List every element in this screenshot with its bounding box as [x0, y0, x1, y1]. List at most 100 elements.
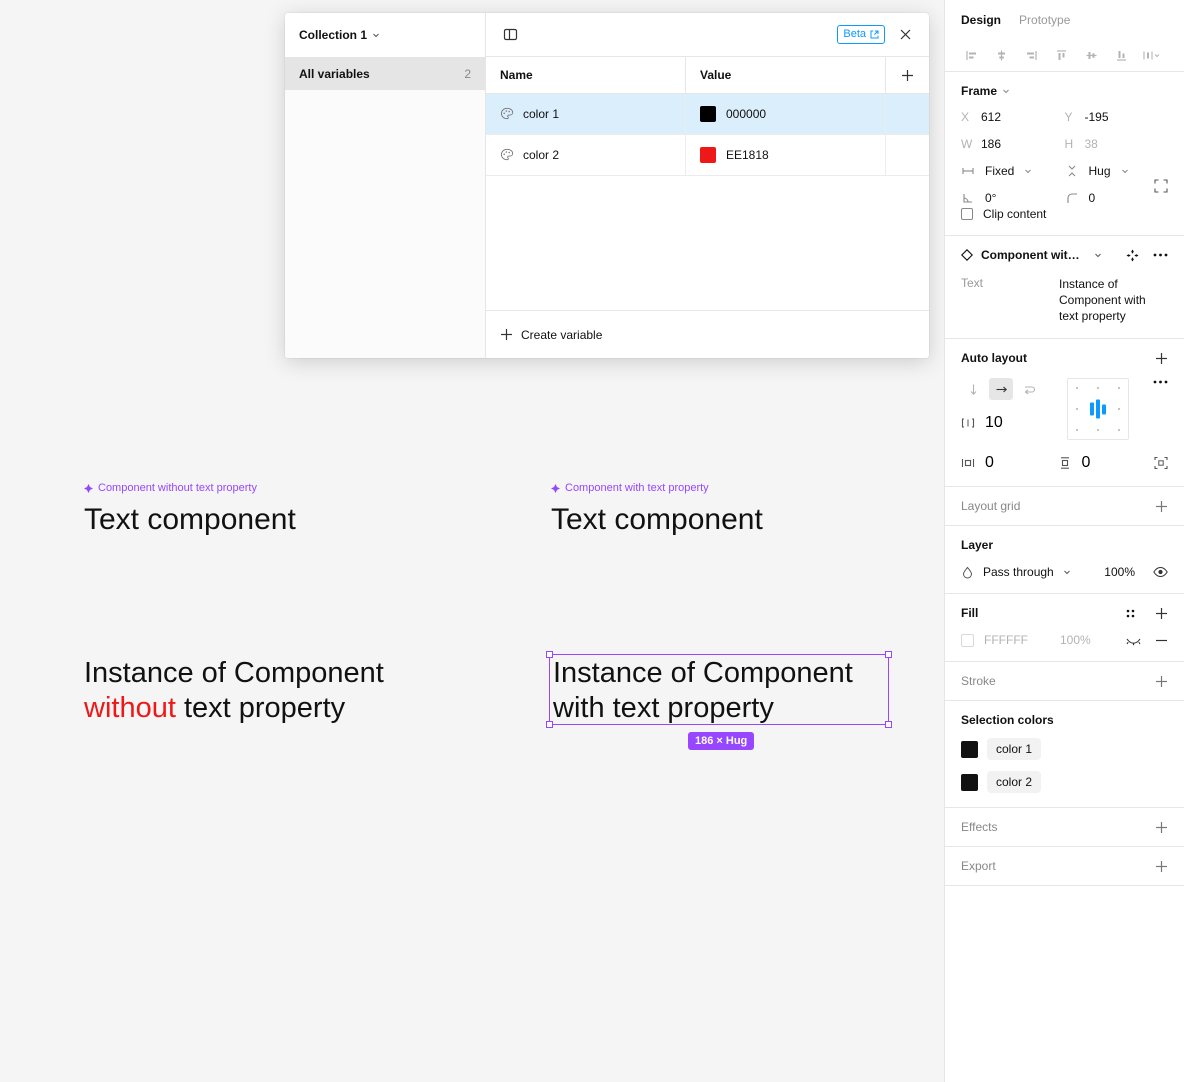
horizontal-padding-value: 0	[985, 454, 994, 471]
component-instance-diamond-icon	[961, 249, 973, 261]
chevron-down-icon[interactable]	[1094, 251, 1102, 259]
panel-toggle-icon[interactable]	[498, 23, 522, 47]
tab-design[interactable]: Design	[961, 13, 1001, 27]
align-dot[interactable]	[1118, 429, 1120, 431]
fill-visibility-hidden-icon[interactable]	[1126, 635, 1141, 646]
align-dot[interactable]	[1097, 387, 1099, 389]
auto-layout-gap-field[interactable]: 10	[961, 414, 1057, 432]
chevron-down-icon	[1121, 167, 1129, 175]
variable-value-cell[interactable]: 000000	[686, 94, 886, 134]
layer-visibility-toggle[interactable]	[1144, 566, 1168, 578]
align-horizontal-center-icon[interactable]	[987, 43, 1015, 69]
align-right-icon[interactable]	[1017, 43, 1045, 69]
horizontal-resizing-dropdown[interactable]: Fixed	[961, 164, 1065, 178]
align-dot[interactable]	[1118, 387, 1120, 389]
component-section: Component with t... Text Instance of Com…	[945, 236, 1184, 339]
selection-color-swatch[interactable]	[961, 740, 978, 758]
add-effect-icon[interactable]	[1155, 821, 1168, 834]
resize-handle-top-left[interactable]	[546, 651, 553, 658]
column-header-value-cell: Value	[686, 57, 886, 93]
align-dot[interactable]	[1076, 387, 1078, 389]
fill-opacity-value[interactable]: 100%	[1060, 633, 1091, 647]
variable-name-cell[interactable]: color 1	[486, 94, 686, 134]
align-dot[interactable]	[1076, 429, 1078, 431]
variable-value-cell[interactable]: EE1818	[686, 135, 886, 175]
component-group-without-text-property[interactable]: Component without text property Text com…	[84, 481, 296, 539]
width-field[interactable]: W 186	[961, 137, 1065, 151]
variable-name-cell[interactable]: color 2	[486, 135, 686, 175]
align-bottom-icon[interactable]	[1107, 43, 1135, 69]
distribute-menu-icon[interactable]	[1137, 43, 1165, 69]
layer-header: Layer	[961, 538, 1168, 552]
close-icon[interactable]	[893, 23, 917, 47]
resize-handle-bottom-right[interactable]	[885, 721, 892, 728]
remove-fill-icon[interactable]	[1155, 634, 1168, 647]
resize-handle-top-right[interactable]	[885, 651, 892, 658]
add-stroke-icon[interactable]	[1155, 675, 1168, 688]
layer-opacity-value[interactable]: 100%	[1104, 565, 1135, 579]
table-row[interactable]: color 1 000000	[486, 94, 929, 135]
create-variable-button[interactable]: Create variable	[486, 310, 929, 358]
independent-corners-icon[interactable]	[1154, 179, 1168, 193]
align-dot[interactable]	[1118, 408, 1120, 410]
rotation-field[interactable]: 0°	[961, 191, 1065, 205]
resize-handle-bottom-left[interactable]	[546, 721, 553, 728]
add-variable-button[interactable]	[886, 57, 929, 93]
list-item[interactable]: color 2	[961, 771, 1168, 793]
component-more-options-icon[interactable]	[1153, 253, 1168, 257]
component-property-row[interactable]: Text Instance of Component with text pro…	[961, 276, 1168, 324]
add-fill-icon[interactable]	[1155, 607, 1168, 620]
align-top-icon[interactable]	[1047, 43, 1075, 69]
layer-controls: Pass through 100%	[961, 565, 1168, 579]
column-header-name: Name	[500, 68, 533, 82]
selection-color-label[interactable]: color 2	[987, 771, 1042, 793]
individual-padding-icon[interactable]	[1154, 456, 1168, 470]
frame-section-header[interactable]: Frame	[961, 84, 1168, 98]
selection-color-label[interactable]: color 1	[987, 738, 1042, 760]
fill-hex-value[interactable]: FFFFFF	[984, 633, 1028, 647]
instance-without-text-property[interactable]: Instance of Component without text prope…	[84, 656, 384, 726]
clip-content-checkbox[interactable]	[961, 208, 973, 220]
collection-selector[interactable]: Collection 1	[285, 13, 485, 57]
row-actions-cell	[886, 135, 929, 175]
selection-color-swatch[interactable]	[961, 773, 978, 791]
component-group-with-text-property[interactable]: Component with text property Text compon…	[551, 481, 763, 539]
chevron-down-icon[interactable]	[1063, 568, 1071, 576]
direction-wrap-icon[interactable]	[1017, 378, 1041, 400]
fill-title: Fill	[961, 606, 979, 620]
add-layout-grid-icon[interactable]	[1155, 500, 1168, 513]
tab-prototype[interactable]: Prototype	[1019, 13, 1070, 27]
blend-mode-value[interactable]: Pass through	[983, 565, 1054, 579]
fill-color-swatch[interactable]	[961, 633, 974, 647]
auto-layout-alignment-pad[interactable]	[1067, 378, 1129, 440]
horizontal-padding-field[interactable]: 0	[961, 454, 1048, 472]
variables-modal[interactable]: Collection 1 All variables 2 Beta Name V…	[285, 13, 929, 358]
sidebar-empty-area	[285, 90, 485, 358]
vertical-resizing-dropdown[interactable]: Hug	[1065, 164, 1169, 178]
direction-horizontal-icon[interactable]	[989, 378, 1013, 400]
component-header[interactable]: Component with t...	[961, 248, 1168, 262]
x-position-field[interactable]: X 612	[961, 110, 1065, 124]
align-dot[interactable]	[1076, 408, 1078, 410]
fill-styles-icon[interactable]	[1124, 607, 1137, 620]
beta-badge[interactable]: Beta	[837, 25, 885, 44]
align-vertical-center-icon[interactable]	[1077, 43, 1105, 69]
swap-instance-icon[interactable]	[1126, 249, 1139, 262]
table-row[interactable]: color 2 EE1818	[486, 135, 929, 176]
add-auto-layout-icon[interactable]	[1155, 352, 1168, 365]
clip-content-row[interactable]: Clip content	[961, 207, 1168, 221]
auto-layout-more-options-icon[interactable]	[1153, 378, 1168, 384]
direction-vertical-icon[interactable]	[961, 378, 985, 400]
align-dot[interactable]	[1097, 429, 1099, 431]
vertical-padding-field[interactable]: 0	[1058, 454, 1145, 472]
instance-with-text-property[interactable]: Instance of Component with text property	[553, 656, 853, 726]
corner-radius-icon	[1065, 191, 1079, 205]
sidebar-item-all-variables[interactable]: All variables 2	[285, 57, 485, 90]
align-left-icon[interactable]	[957, 43, 985, 69]
height-field[interactable]: H 38	[1065, 137, 1169, 151]
beta-label: Beta	[843, 28, 866, 40]
add-export-icon[interactable]	[1155, 860, 1168, 873]
y-position-field[interactable]: Y -195	[1065, 110, 1169, 124]
list-item[interactable]: color 1	[961, 738, 1168, 760]
corner-radius-field[interactable]: 0	[1065, 191, 1169, 205]
